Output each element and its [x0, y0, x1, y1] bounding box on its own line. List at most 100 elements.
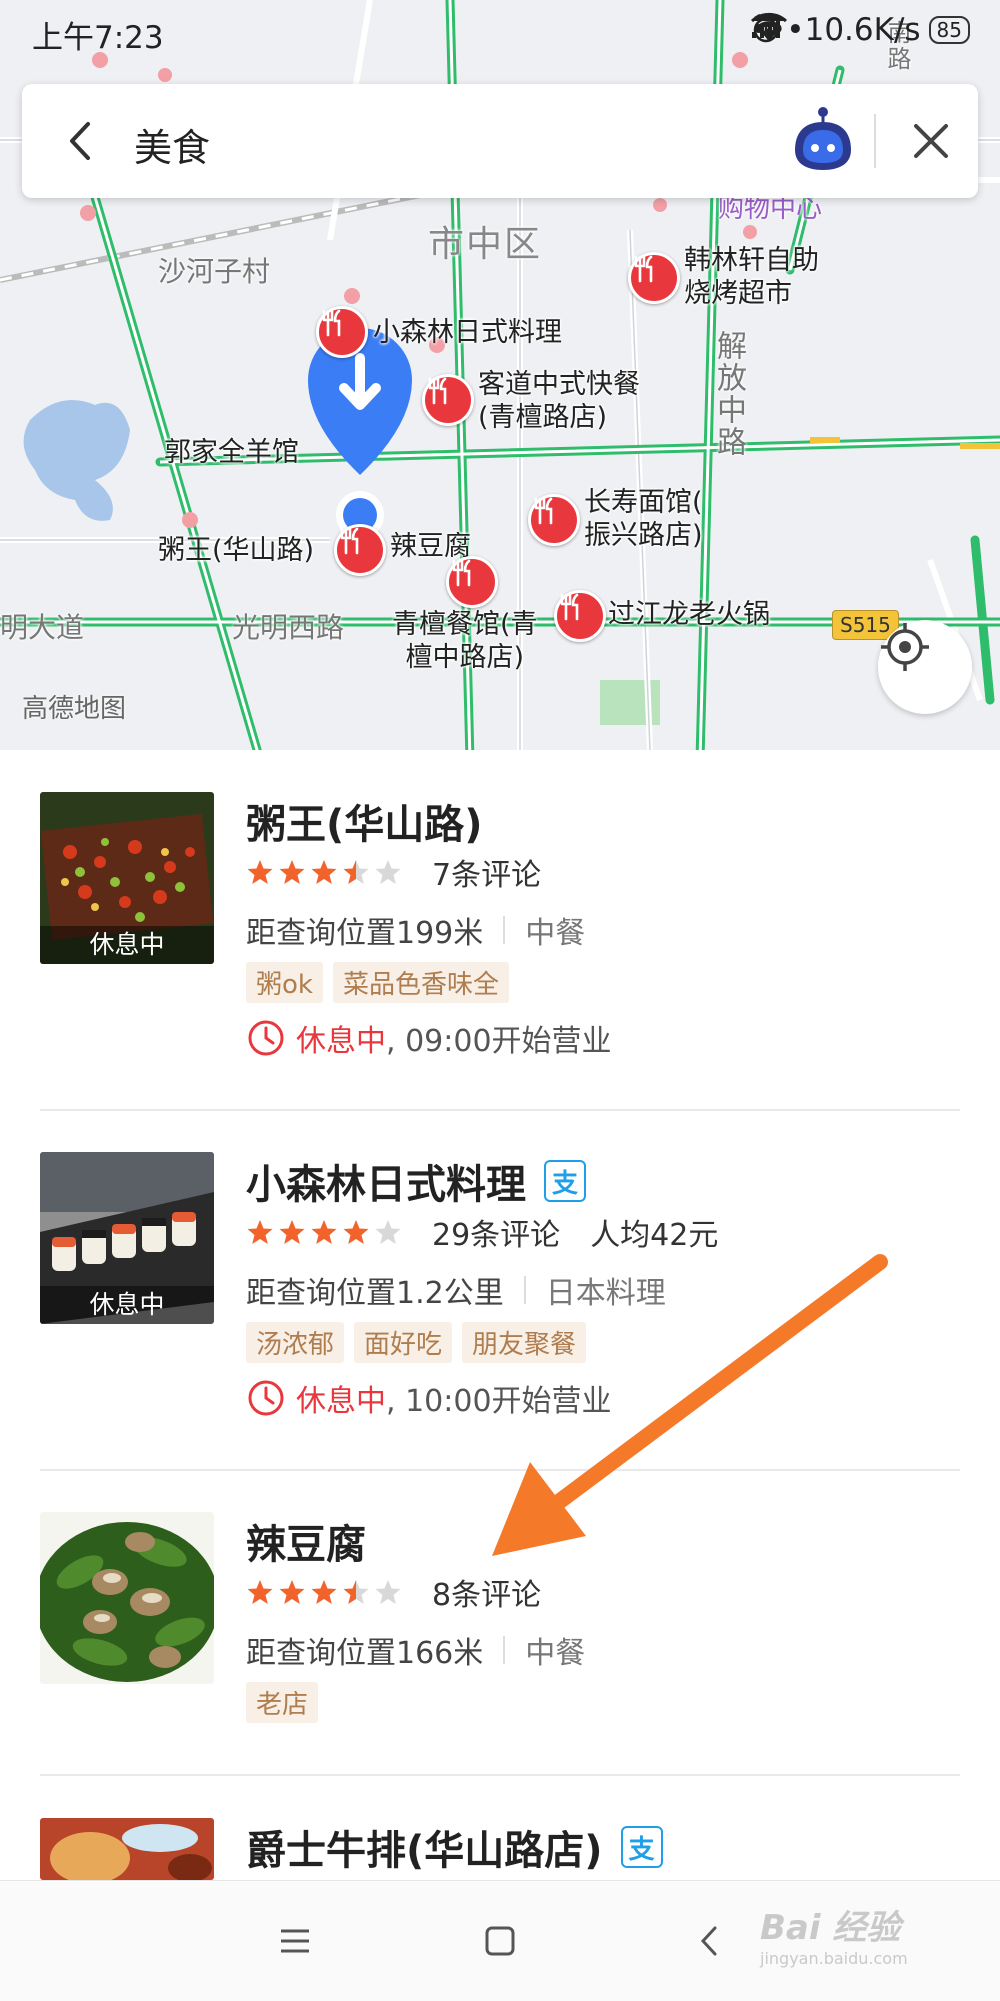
poi-pin-xiaosenlin[interactable] — [316, 306, 368, 358]
separator — [503, 1636, 506, 1664]
star-icon — [343, 860, 369, 884]
fork-knife-icon — [560, 593, 579, 621]
star-icon — [375, 860, 401, 884]
distance-row: 距查询位置1.2公里 日本料理 — [246, 1268, 666, 1312]
poi-label-hanlinxuan[interactable]: 韩林轩自助 烧烤超市 — [684, 244, 819, 310]
road-label-jiefang: 解放中路 — [711, 330, 746, 458]
tag: 菜品色香味全 — [332, 962, 509, 1003]
distance-row: 距查询位置166米 中餐 — [246, 1628, 585, 1672]
poi-pin-hanlinxuan[interactable] — [628, 252, 680, 304]
food-image — [40, 1512, 214, 1684]
voice-assistant-icon[interactable] — [787, 104, 859, 176]
review-count[interactable]: 8条评论 — [432, 1570, 541, 1614]
nav-back-button[interactable] — [650, 1881, 770, 2001]
tag-list: 汤浓郁 面好吃 朋友聚餐 — [246, 1322, 587, 1363]
poi-pin-qingtan[interactable] — [446, 556, 498, 608]
clock-icon — [248, 1380, 284, 1416]
map-logo: 高德地图 — [22, 694, 127, 724]
poi-label-changshou[interactable]: 长寿面馆( 振兴路店) — [584, 486, 703, 552]
category-text: 中餐 — [525, 916, 586, 951]
close-icon[interactable] — [904, 114, 958, 168]
poi-pin-kedao[interactable] — [422, 374, 474, 426]
restaurant-name[interactable]: 粥王(华山路) — [246, 792, 483, 850]
restaurant-name-text: 辣豆腐 — [246, 1522, 366, 1568]
star-icon — [279, 860, 305, 884]
status-bar: 上午7:23 •••10.6K/s 85 — [0, 0, 1000, 64]
rating-row: 8条评论 — [246, 1570, 571, 1614]
fork-knife-icon — [534, 497, 553, 525]
separator — [503, 916, 506, 944]
poi-label-guojia[interactable]: 郭家全羊馆 — [164, 436, 299, 469]
restaurant-name[interactable]: 辣豆腐 — [246, 1512, 366, 1570]
search-query[interactable]: 美食 — [134, 117, 210, 172]
star-rating — [246, 1218, 402, 1246]
poi-label-kedao[interactable]: 客道中式快餐 (青檀路店) — [478, 368, 640, 434]
star-icon — [343, 1220, 369, 1244]
back-arrow-icon[interactable] — [56, 114, 106, 168]
closed-badge: 休息中 — [40, 1286, 214, 1324]
closed-badge: 休息中 — [40, 926, 214, 964]
tag: 面好吃 — [354, 1322, 453, 1363]
star-icon — [247, 1220, 273, 1244]
fork-knife-icon — [428, 377, 447, 405]
food-thumbnail[interactable]: 休息中 — [40, 1152, 214, 1324]
village-label: 沙河子村 — [158, 255, 271, 288]
district-label: 市中区 — [428, 224, 543, 265]
search-bar[interactable]: 美食 — [22, 84, 978, 198]
locate-button[interactable] — [878, 620, 972, 714]
review-count[interactable]: 7条评论 — [432, 850, 541, 894]
alipay-icon: 支 — [620, 1826, 663, 1868]
category-text: 日本料理 — [545, 1276, 666, 1311]
star-icon — [311, 860, 337, 884]
list-item[interactable]: 休息中 粥王(华山路) 7条评论 距查询位置199米 中餐 粥ok 菜品色香味全… — [40, 792, 960, 1072]
star-icon — [279, 1220, 305, 1244]
hours-row: 休息中 , 09:00开始营业 — [246, 1016, 612, 1060]
poi-label-guojianglong[interactable]: 过江龙老火锅 — [608, 598, 770, 631]
open-time-text: , 10:00开始营业 — [386, 1384, 612, 1419]
review-count[interactable]: 29条评论 — [432, 1210, 560, 1254]
alipay-icon: 支 — [544, 1160, 586, 1202]
separator — [523, 1276, 526, 1304]
list-item[interactable]: 辣豆腐 8条评论 距查询位置166米 中餐 老店 — [40, 1512, 960, 1732]
map-view[interactable]: 市中区 沙河子村 光明西路 明大道 解放中路 南路 购物中心 S515 韩林轩自… — [0, 0, 1000, 750]
star-icon — [343, 1580, 369, 1604]
restaurant-name[interactable]: 小森林日式料理 支 — [246, 1152, 586, 1210]
restaurant-name[interactable]: 爵士牛排(华山路店) 支 — [246, 1818, 663, 1876]
food-thumbnail[interactable] — [40, 1512, 214, 1684]
poi-label-xiaosenlin[interactable]: 小森林日式料理 — [373, 316, 562, 349]
star-rating — [246, 858, 402, 886]
poi-label-zhouwang[interactable]: 粥王(华山路) — [158, 534, 314, 567]
baidu-jingyan-watermark: Bai 经验 jingyan.baidu.com — [760, 1900, 908, 1968]
crosshair-icon — [881, 623, 929, 671]
clock-icon — [248, 1020, 284, 1056]
star-rating — [246, 1578, 402, 1606]
tag: 粥ok — [246, 962, 323, 1003]
rating-row: 29条评论 人均42元 — [246, 1210, 718, 1254]
poi-pin-guojianglong[interactable] — [554, 590, 606, 642]
wifi-icon — [750, 12, 787, 42]
tag: 老店 — [246, 1682, 319, 1723]
food-thumbnail[interactable] — [40, 1818, 214, 1880]
distance-text: 距查询位置199米 — [246, 916, 484, 951]
divider — [40, 1469, 960, 1471]
open-time-text: , 09:00开始营业 — [386, 1024, 612, 1059]
divider — [40, 1109, 960, 1111]
restaurant-name-text: 小森林日式料理 — [246, 1162, 526, 1208]
road-label-guangming: 光明西路 — [232, 611, 345, 644]
menu-button[interactable] — [235, 1881, 355, 2001]
divider — [40, 1774, 960, 1776]
star-icon — [279, 1580, 305, 1604]
food-thumbnail[interactable]: 休息中 — [40, 792, 214, 964]
star-icon — [247, 1580, 273, 1604]
list-item[interactable]: 爵士牛排(华山路店) 支 — [40, 1818, 960, 1880]
search-divider — [874, 114, 876, 168]
poi-pin-changshou[interactable] — [528, 494, 580, 546]
home-button[interactable] — [440, 1881, 560, 2001]
tag: 朋友聚餐 — [462, 1322, 587, 1363]
poi-label-qingtan[interactable]: 青檀餐馆(青 檀中路店) — [392, 608, 538, 674]
star-icon — [375, 1580, 401, 1604]
list-item[interactable]: 休息中 小森林日式料理 支 29条评论 人均42元 距查询位置1.2公里 日本料… — [40, 1152, 960, 1432]
menu-icon — [281, 1929, 309, 1953]
restaurant-name-text: 爵士牛排(华山路店) — [246, 1828, 603, 1874]
poi-pin-ladoufu[interactable] — [334, 524, 386, 576]
